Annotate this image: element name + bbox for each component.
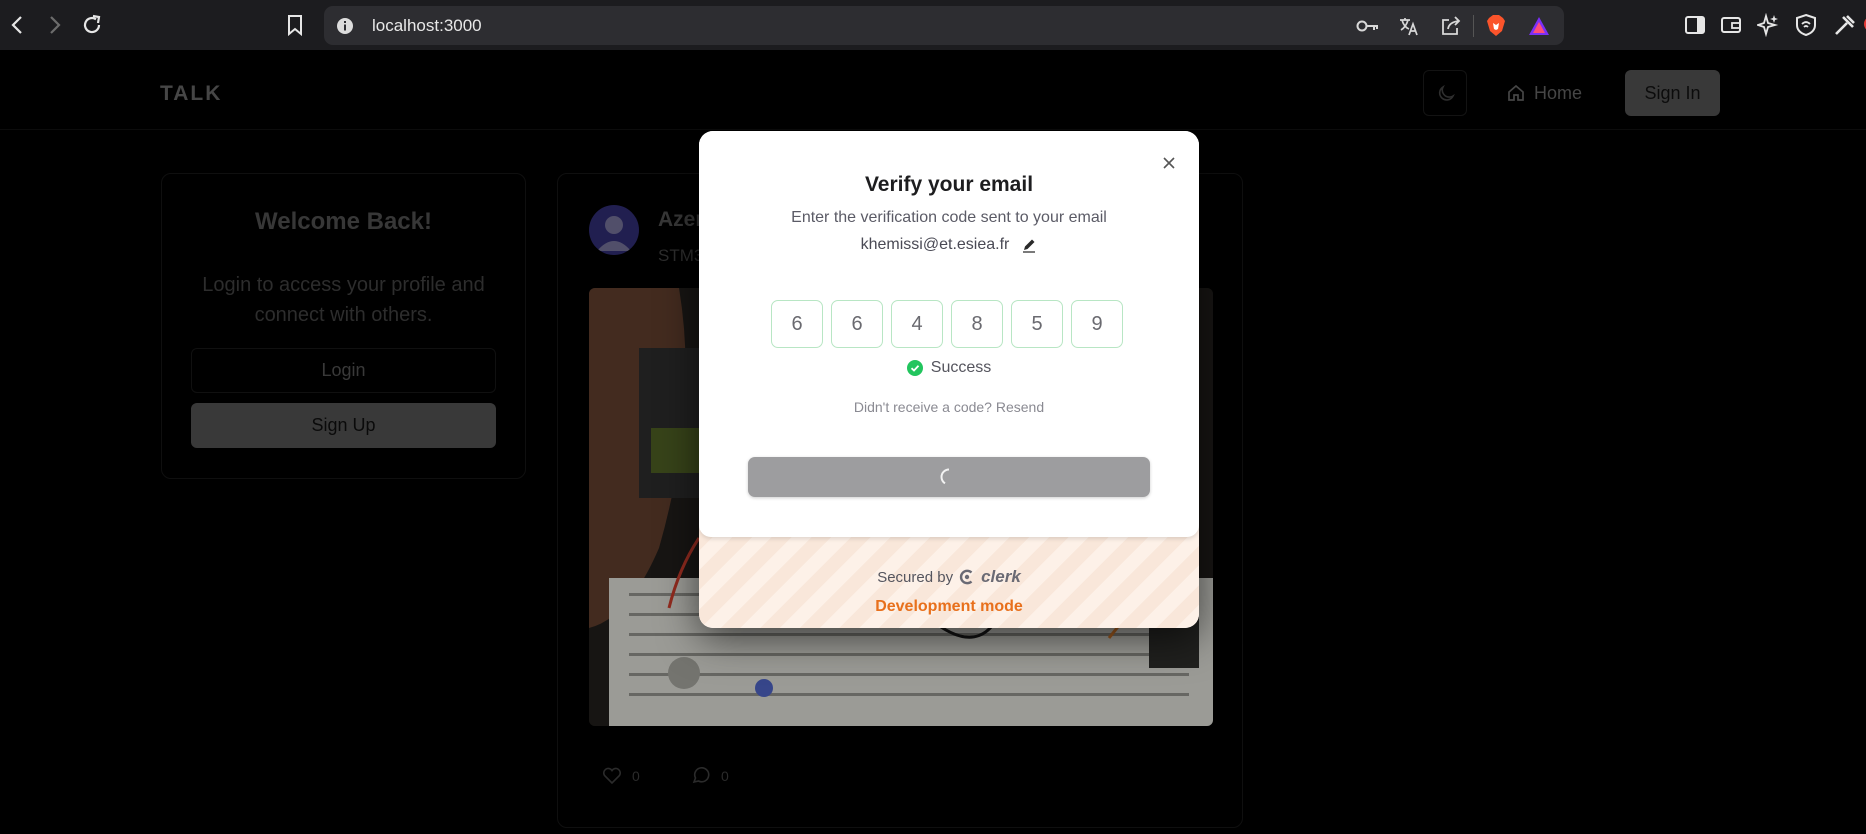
close-icon [1163,157,1175,169]
sidebar-toggle-icon[interactable] [1684,15,1706,35]
extension-icon[interactable] [1833,13,1857,37]
code-digit-2[interactable]: 6 [831,300,883,348]
wallet-icon[interactable] [1720,15,1742,35]
key-icon[interactable] [1356,17,1380,35]
address-bar[interactable]: localhost:3000 1 [324,6,1866,45]
back-icon[interactable] [8,14,28,36]
toolbar-divider [1473,15,1474,37]
translate-icon[interactable] [1398,15,1420,37]
modal-title: Verify your email [864,173,1034,196]
code-digit-1[interactable]: 6 [771,300,823,348]
url-text[interactable]: localhost:3000 [372,16,482,36]
browser-toolbar: localhost:3000 1 [0,0,1866,50]
vpn-icon[interactable] [1795,13,1817,37]
continue-button[interactable] [748,457,1150,497]
forward-icon[interactable] [44,14,64,36]
success-status: Success [699,359,1199,377]
brave-shields-icon[interactable] [1486,14,1506,37]
share-icon[interactable] [1440,15,1462,37]
clerk-logo-icon[interactable] [959,569,975,585]
resend-code-link[interactable]: Didn't receive a code? Resend [699,399,1199,415]
clerk-wordmark[interactable]: clerk [981,567,1021,587]
verify-email-modal: Verify your email Enter the verification… [699,131,1199,628]
check-circle-icon [906,360,923,376]
code-digit-6[interactable]: 9 [1071,300,1123,348]
code-digit-5[interactable]: 5 [1011,300,1063,348]
bookmark-icon[interactable] [286,14,304,36]
leo-ai-icon[interactable] [1757,13,1779,37]
email-address: khemissi@et.esiea.fr [860,236,1010,253]
secured-by-row: Secured by clerk [699,567,1199,587]
success-text: Success [930,359,992,376]
modal-content: Verify your email Enter the verification… [699,131,1199,537]
reload-icon[interactable] [80,13,104,37]
site-info-icon[interactable] [336,17,354,35]
secured-by-text: Secured by [877,568,954,586]
brave-rewards-icon[interactable] [1528,16,1550,36]
email-row: khemissi@et.esiea.fr [699,236,1199,254]
code-digit-4[interactable]: 8 [951,300,1003,348]
modal-description: Enter the verification code sent to your… [791,209,1107,226]
code-digit-3[interactable]: 4 [891,300,943,348]
loading-spinner-icon [940,468,950,485]
development-mode-label: Development mode [875,598,1023,615]
edit-icon[interactable] [1021,237,1037,253]
close-button[interactable] [1157,151,1181,175]
